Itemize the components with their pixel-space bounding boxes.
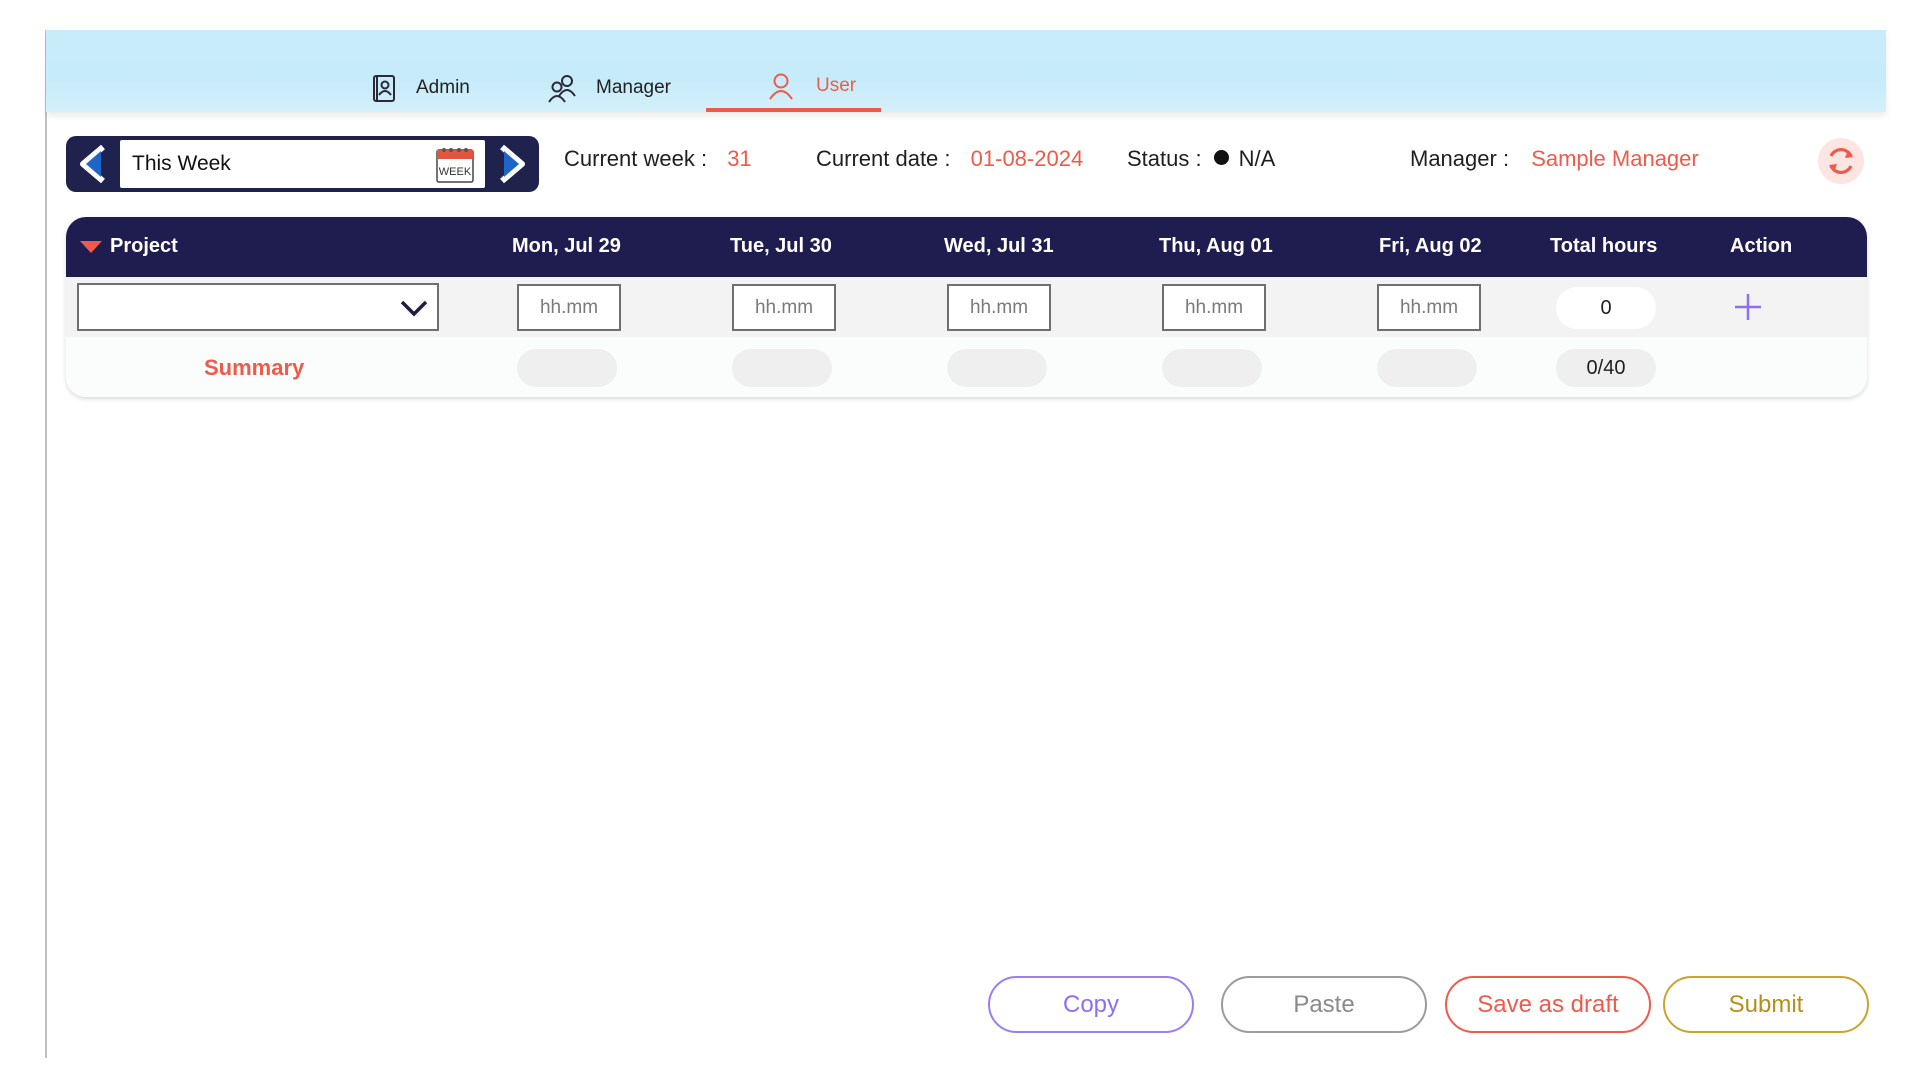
plus-icon xyxy=(1735,294,1761,320)
hours-input-mon[interactable] xyxy=(517,284,621,331)
tab-user-label: User xyxy=(816,75,857,96)
tab-manager-label: Manager xyxy=(596,77,671,98)
hours-input-wed[interactable] xyxy=(947,284,1051,331)
column-header-thu: Thu, Aug 01 xyxy=(1159,235,1273,257)
week-field-value: This Week xyxy=(132,152,231,175)
previous-week-button[interactable] xyxy=(66,136,120,192)
people-icon xyxy=(548,75,576,103)
current-week-label: Current week : xyxy=(564,146,708,171)
summary-tue xyxy=(732,349,832,387)
project-select[interactable] xyxy=(77,283,439,331)
summary-total-hours: 0/40 xyxy=(1556,349,1656,387)
add-row-button[interactable] xyxy=(1728,287,1768,327)
summary-label: Summary xyxy=(204,355,305,380)
arrow-left-icon xyxy=(80,144,105,184)
hours-input-thu[interactable] xyxy=(1162,284,1266,331)
column-header-mon: Mon, Jul 29 xyxy=(512,235,621,257)
sort-arrow-icon[interactable] xyxy=(80,241,102,253)
tab-manager[interactable]: Manager xyxy=(546,64,671,112)
status-dot-icon xyxy=(1213,150,1229,165)
hours-input-tue[interactable] xyxy=(732,284,836,331)
arrow-right-icon xyxy=(500,144,525,184)
copy-button[interactable]: Copy xyxy=(988,976,1194,1033)
app-frame: Admin Manager User This Week WEEK Curren… xyxy=(0,0,1920,1080)
current-week-info: Current week : 31 xyxy=(564,146,752,172)
row-total-hours: 0 xyxy=(1556,287,1656,329)
manager-label: Manager : xyxy=(1410,146,1510,171)
summary-mon xyxy=(517,349,617,387)
status-value: N/A xyxy=(1238,146,1276,171)
current-week-value: 31 xyxy=(727,146,752,171)
refresh-button[interactable] xyxy=(1818,138,1864,184)
submit-button[interactable]: Submit xyxy=(1663,976,1869,1033)
current-date-label: Current date : xyxy=(816,146,951,171)
current-date-value: 01-08-2024 xyxy=(970,146,1084,171)
column-header-tue: Tue, Jul 30 xyxy=(730,235,832,257)
refresh-icon xyxy=(1829,147,1853,175)
manager-value: Sample Manager xyxy=(1531,146,1699,171)
admin-badge-icon xyxy=(373,75,395,102)
table-header: Project Mon, Jul 29 Tue, Jul 30 Wed, Jul… xyxy=(66,217,1867,277)
summary-thu xyxy=(1162,349,1262,387)
save-as-draft-button[interactable]: Save as draft xyxy=(1445,976,1651,1033)
column-header-wed: Wed, Jul 31 xyxy=(944,235,1054,257)
tab-admin-label: Admin xyxy=(416,77,470,98)
summary-row: Summary 0/40 xyxy=(66,337,1867,397)
next-week-button[interactable] xyxy=(485,136,539,192)
summary-fri xyxy=(1377,349,1477,387)
top-nav-bar: Admin Manager User xyxy=(46,30,1886,112)
left-border xyxy=(45,30,47,1058)
current-date-info: Current date : 01-08-2024 xyxy=(816,146,1083,172)
column-header-action: Action xyxy=(1730,235,1793,257)
tab-user[interactable]: User xyxy=(706,64,881,112)
chevron-down-icon xyxy=(400,300,428,317)
week-field[interactable]: This Week WEEK xyxy=(120,140,485,188)
calendar-week-icon[interactable]: WEEK xyxy=(435,146,475,184)
user-icon xyxy=(769,73,793,100)
column-header-fri: Fri, Aug 02 xyxy=(1379,235,1482,257)
status-label: Status : xyxy=(1127,146,1202,171)
table-row: 0 xyxy=(66,277,1867,337)
calendar-week-text: WEEK xyxy=(439,166,472,178)
manager-info: Manager : Sample Manager xyxy=(1410,146,1699,172)
tab-admin[interactable]: Admin xyxy=(372,64,470,112)
column-header-total-hours: Total hours xyxy=(1550,235,1658,257)
hours-input-fri[interactable] xyxy=(1377,284,1481,331)
summary-wed xyxy=(947,349,1047,387)
column-header-project[interactable]: Project xyxy=(110,235,178,258)
week-selector: This Week WEEK xyxy=(66,136,539,192)
paste-button[interactable]: Paste xyxy=(1221,976,1427,1033)
status-info: Status : N/A xyxy=(1127,146,1275,172)
timesheet-table: Project Mon, Jul 29 Tue, Jul 30 Wed, Jul… xyxy=(66,217,1867,397)
